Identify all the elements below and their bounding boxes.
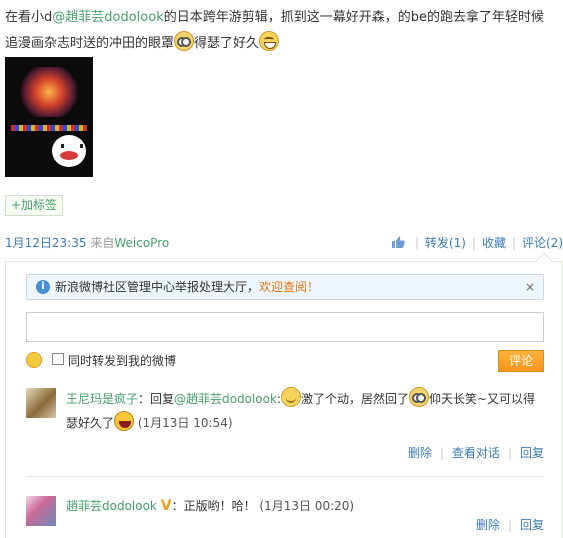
image-lights [11,125,87,131]
comment-actions: 删除 | 查看对话 | 回复 [408,444,544,461]
add-tag-button[interactable]: +加标签 [5,195,64,216]
action-separator: | [439,446,444,460]
post-time-link[interactable]: 1月12日23:35 [5,236,87,250]
laugh-emoji-icon [114,411,135,431]
glasses-emoji-icon [174,31,195,51]
bear-sticker-icon [52,135,86,167]
comment-item: 王尼玛是疯子：回复@趙菲芸dodolook: 激了个动，居然回了 仰天长笑~又可以得… [26,387,544,468]
repost-checkbox-label: 同时转发到我的微博 [68,354,177,368]
comment-item: 趙菲芸dodolook V：正版哟！哈！ (1月13日 00:20) 删除 | 回复 [26,496,544,536]
comment-divider [26,476,544,477]
avatar[interactable] [26,388,56,418]
avatar[interactable] [26,496,56,526]
info-icon: i [36,280,50,294]
source-link[interactable]: WeicoPro [114,236,169,250]
comment-reply-prefix: ：回复 [138,392,175,406]
comment-body: 趙菲芸dodolook V：正版哟！哈！ (1月13日 00:20) [66,494,544,518]
panel-arrow [535,252,553,270]
comment-panel: i 新浪微博社区管理中心举报处理大厅，欢迎查阅！ × 同时转发到我的微博 评论 … [5,252,563,538]
comment-actions: 删除 | 回复 [476,516,544,533]
close-icon[interactable]: × [525,275,535,299]
smiley-emoji-icon[interactable] [26,352,42,368]
delete-comment-link[interactable]: 删除 [408,446,432,460]
thumbs-up-icon [392,236,405,248]
post-text-before: 在看小d [5,10,53,25]
comment-text-2: 激了个动，居然回了 [300,392,409,406]
post-actions: | 转发(1) | 收藏 | 评论(2) [392,234,563,251]
reply-comment-link[interactable]: 回复 [520,518,544,532]
grin-emoji-icon [259,31,280,51]
like-button[interactable] [392,236,409,250]
reply-comment-link[interactable]: 回复 [520,446,544,460]
notice-link[interactable]: 欢迎查阅！ [259,280,319,294]
vip-badge-icon: V [160,498,172,514]
glasses-emoji-icon [408,387,429,407]
from-label: 来自 [90,236,115,250]
repost-link[interactable]: 转发(1) [425,236,466,250]
report-notice: i 新浪微博社区管理中心举报处理大厅，欢迎查阅！ × [26,274,544,300]
comment-body: 王尼玛是疯子：回复@趙菲芸dodolook: 激了个动，居然回了 仰天长笑~又可以得… [66,387,544,435]
action-separator: | [507,446,512,460]
comment-time: (1月13日 10:54) [137,416,233,430]
action-separator: | [507,518,512,532]
post-text: 在看小d@趙菲芸dodolook的日本跨年游剪辑，抓到这一幕好开森，的be的跑去… [5,5,555,57]
smile-emoji-icon [280,387,301,407]
action-separator: | [511,236,516,250]
comment-time: (1月13日 00:20) [259,499,355,513]
view-dialog-link[interactable]: 查看对话 [452,446,500,460]
delete-comment-link[interactable]: 删除 [476,518,500,532]
comment-user-link[interactable]: 王尼玛是疯子 [66,392,138,406]
post-meta: 1月12日23:35 来自WeicoPro [5,234,169,251]
post-text-end: 得瑟了好久 [194,36,260,51]
comment-user-link[interactable]: 趙菲芸dodolook [66,499,157,513]
image-glow [19,67,79,117]
repost-checkbox[interactable] [52,353,64,365]
comment-text: ：正版哟！哈！ [171,499,256,513]
comment-input[interactable] [26,312,544,342]
post-mention-link[interactable]: @趙菲芸dodolook [52,10,163,25]
action-separator: | [414,236,419,250]
comment-mention-link[interactable]: @趙菲芸dodolook [174,392,277,406]
submit-comment-button[interactable]: 评论 [498,350,544,372]
post-image-thumbnail[interactable] [5,57,93,177]
favorite-link[interactable]: 收藏 [482,236,506,250]
action-separator: | [471,236,476,250]
comment-link[interactable]: 评论(2) [522,236,563,250]
composer-tools: 同时转发到我的微博 评论 [26,350,544,372]
notice-text: 新浪微博社区管理中心举报处理大厅， [55,280,260,294]
